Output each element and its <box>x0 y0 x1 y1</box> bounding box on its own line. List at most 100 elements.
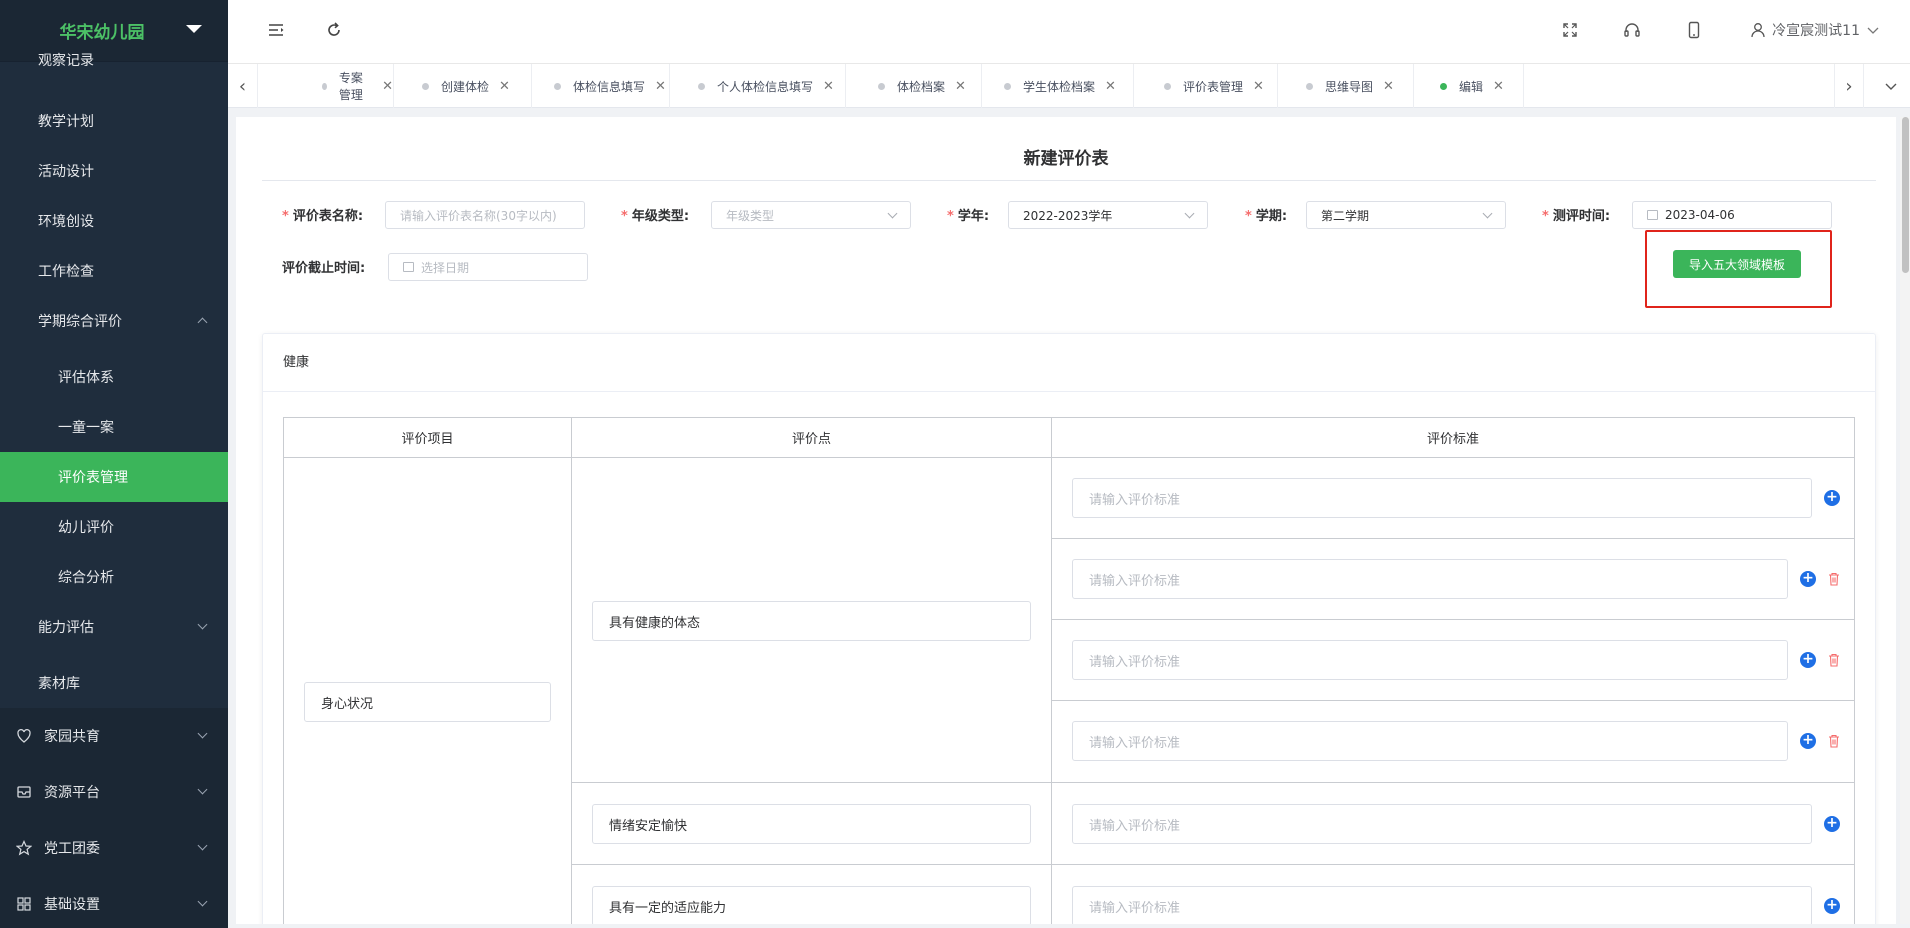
deadline-date-picker[interactable]: 选择日期 <box>388 253 588 281</box>
sidebar-item-evaluation-table-management[interactable]: 评价表管理 <box>0 452 228 502</box>
sidebar-item-ability-assessment[interactable]: 能力评估 <box>0 602 228 652</box>
close-icon[interactable]: ✕ <box>499 79 510 94</box>
tab-personal-checkup[interactable]: 个人体检信息填写 ✕ <box>670 64 846 108</box>
project-input[interactable]: 身心状况 <box>304 682 551 722</box>
sidebar-item-materials[interactable]: 素材库 <box>0 658 228 708</box>
chevron-down-icon <box>197 619 208 630</box>
sidebar-item-activity-design[interactable]: 活动设计 <box>0 146 228 196</box>
tab-dropdown-icon[interactable] <box>1876 64 1906 108</box>
sidebar-item-resource-platform[interactable]: 资源平台 <box>0 764 228 820</box>
add-icon[interactable]: + <box>1800 652 1816 668</box>
app: 华宋幼儿园 观察记录 教学计划 活动设计 环境创设 工作检查 学期综合评价 评估… <box>0 0 1910 928</box>
chevron-down-icon <box>1867 27 1879 34</box>
delete-icon[interactable] <box>1828 653 1840 667</box>
add-icon[interactable]: + <box>1824 898 1840 914</box>
standard-input[interactable]: 请输入评价标准 <box>1072 559 1788 599</box>
close-icon[interactable]: ✕ <box>1493 79 1504 94</box>
close-icon[interactable]: ✕ <box>1383 79 1394 94</box>
add-icon[interactable]: + <box>1824 490 1840 506</box>
sidebar-item-comprehensive-analysis[interactable]: 综合分析 <box>0 552 228 602</box>
delete-icon[interactable] <box>1828 734 1840 748</box>
refresh-icon[interactable] <box>324 20 348 44</box>
tab-student-checkup-archive[interactable]: 学生体检档案 ✕ <box>982 64 1134 108</box>
tab-dot-icon <box>1440 82 1447 90</box>
standard-input[interactable]: 请输入评价标准 <box>1072 804 1812 844</box>
test-date-picker[interactable]: 2023-04-06 <box>1632 201 1832 229</box>
close-icon[interactable]: ✕ <box>655 79 666 94</box>
tab-dot-icon <box>322 82 327 90</box>
title-divider <box>262 180 1876 181</box>
scrollbar-thumb[interactable] <box>1902 117 1909 273</box>
tab-checkup-info[interactable]: 体检信息填写 ✕ <box>532 64 670 108</box>
standard-input[interactable]: 请输入评价标准 <box>1072 478 1812 518</box>
chevron-up-icon <box>197 317 208 328</box>
tab-dot-icon <box>422 82 429 90</box>
standard-cell: 请输入评价标准 + <box>1051 864 1855 928</box>
tab-create-checkup[interactable]: 创建体检 ✕ <box>394 64 532 108</box>
sidebar-item-basic-settings[interactable]: 基础设置 <box>0 876 228 928</box>
add-icon[interactable]: + <box>1800 571 1816 587</box>
evaluation-name-input[interactable]: 请输入评价表名称(30字以内) <box>385 201 585 229</box>
grade-select[interactable]: 年级类型 <box>711 201 911 229</box>
chevron-down-icon <box>1184 208 1195 219</box>
add-icon[interactable]: + <box>1800 733 1816 749</box>
close-icon[interactable]: ✕ <box>1253 79 1264 94</box>
standard-input[interactable]: 请输入评价标准 <box>1072 721 1788 761</box>
point-input[interactable]: 具有健康的体态 <box>592 601 1031 641</box>
school-name: 华宋幼儿园 <box>59 23 145 43</box>
tab-evaluation-table-management[interactable]: 评价表管理 ✕ <box>1134 64 1278 108</box>
sidebar-item-observation[interactable]: 观察记录 <box>0 46 228 76</box>
top-header: 冷宣宸测试11 <box>228 0 1910 64</box>
sidebar-item-work-check[interactable]: 工作检查 <box>0 246 228 296</box>
sidebar-item-environment[interactable]: 环境创设 <box>0 196 228 246</box>
school-year-select[interactable]: 2022-2023学年 <box>1008 201 1208 229</box>
grid-icon <box>16 896 32 912</box>
sidebar-item-one-child-one-case[interactable]: 一童一案 <box>0 402 228 452</box>
point-cell: 具有一定的适应能力 <box>571 864 1052 928</box>
user-menu[interactable]: 冷宣宸测试11 <box>1750 20 1880 40</box>
close-icon[interactable]: ✕ <box>823 79 834 94</box>
sidebar-item-party-union[interactable]: 党工团委 <box>0 820 228 876</box>
caret-down-icon[interactable] <box>186 25 202 33</box>
chevron-down-icon <box>197 896 208 907</box>
tab-dot-icon <box>698 82 705 90</box>
close-icon[interactable]: ✕ <box>955 79 966 94</box>
tab-special-case[interactable]: 专案管理 ✕ <box>258 64 394 108</box>
close-icon[interactable]: ✕ <box>382 79 393 94</box>
import-template-button[interactable]: 导入五大领域模板 <box>1673 250 1801 278</box>
close-icon[interactable]: ✕ <box>1105 79 1116 94</box>
term-select[interactable]: 第二学期 <box>1306 201 1506 229</box>
tab-scroll-left-icon[interactable]: ‹ <box>228 64 258 108</box>
mobile-icon[interactable] <box>1684 20 1708 44</box>
sidebar-item-child-evaluation[interactable]: 幼儿评价 <box>0 502 228 552</box>
sidebar-item-assessment-system[interactable]: 评估体系 <box>0 352 228 402</box>
health-section-card: 健康 评价项目 评价点 评价标准 身心状况 具有健康的体态 情绪安定愉快 具有一… <box>262 333 1876 928</box>
chevron-down-icon <box>887 208 898 219</box>
user-icon <box>1751 23 1765 38</box>
main-content: 新建评价表 * 评价表名称: 请输入评价表名称(30字以内) * 年级类型: 年级类… <box>236 117 1896 928</box>
star-icon <box>15 840 33 856</box>
sidebar-item-home-school[interactable]: 家园共育 <box>0 708 228 764</box>
tab-edit[interactable]: 编辑 ✕ <box>1414 64 1524 108</box>
menu-fold-icon[interactable] <box>266 20 290 44</box>
chevron-down-icon <box>197 784 208 795</box>
tab-mind-map[interactable]: 思维导图 ✕ <box>1278 64 1414 108</box>
sidebar-item-term-evaluation[interactable]: 学期综合评价 <box>0 296 228 346</box>
sidebar: 华宋幼儿园 观察记录 教学计划 活动设计 环境创设 工作检查 学期综合评价 评估… <box>0 0 228 928</box>
tab-scroll-right-icon[interactable]: › <box>1834 64 1864 108</box>
tab-dot-icon <box>1004 82 1011 90</box>
tab-checkup-archive[interactable]: 体检档案 ✕ <box>846 64 982 108</box>
chevron-down-icon <box>197 840 208 851</box>
fullscreen-icon[interactable] <box>1560 20 1584 44</box>
standard-input[interactable]: 请输入评价标准 <box>1072 886 1812 926</box>
bottom-gap <box>228 924 1910 928</box>
inbox-icon <box>16 784 32 800</box>
standard-input[interactable]: 请输入评价标准 <box>1072 640 1788 680</box>
delete-icon[interactable] <box>1828 572 1840 586</box>
calendar-icon <box>1647 210 1658 220</box>
add-icon[interactable]: + <box>1824 816 1840 832</box>
sidebar-item-teaching-plan[interactable]: 教学计划 <box>0 96 228 146</box>
point-input[interactable]: 具有一定的适应能力 <box>592 886 1031 926</box>
headset-icon[interactable] <box>1622 20 1646 44</box>
point-input[interactable]: 情绪安定愉快 <box>592 804 1031 844</box>
